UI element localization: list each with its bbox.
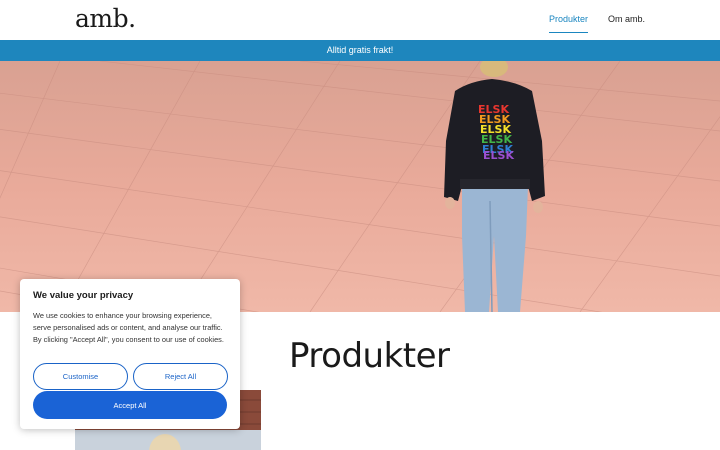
main-nav: Produkter Om amb.	[548, 14, 645, 33]
announcement-bar: Alltid gratis frakt!	[0, 40, 720, 61]
customise-button[interactable]: Customise	[33, 363, 128, 390]
reject-all-button[interactable]: Reject All	[133, 363, 228, 390]
svg-text:ELSK: ELSK	[483, 149, 514, 162]
cookie-title: We value your privacy	[33, 290, 134, 301]
cookie-button-row: Customise Reject All	[33, 363, 228, 390]
site-header: amb. Produkter Om amb.	[0, 0, 720, 40]
nav-link-om-amb[interactable]: Om amb.	[608, 14, 645, 33]
cookie-consent-dialog: We value your privacy We use cookies to …	[20, 279, 240, 429]
site-logo[interactable]: amb.	[75, 4, 136, 33]
cookie-description: We use cookies to enhance your browsing …	[33, 311, 224, 344]
hero-image: ELSK ELSK ELSK ELSK ELSK ELSK	[0, 61, 720, 312]
section-title: Produkter	[289, 336, 450, 376]
nav-link-produkter[interactable]: Produkter	[548, 14, 588, 33]
accept-all-button[interactable]: Accept All	[33, 391, 227, 419]
